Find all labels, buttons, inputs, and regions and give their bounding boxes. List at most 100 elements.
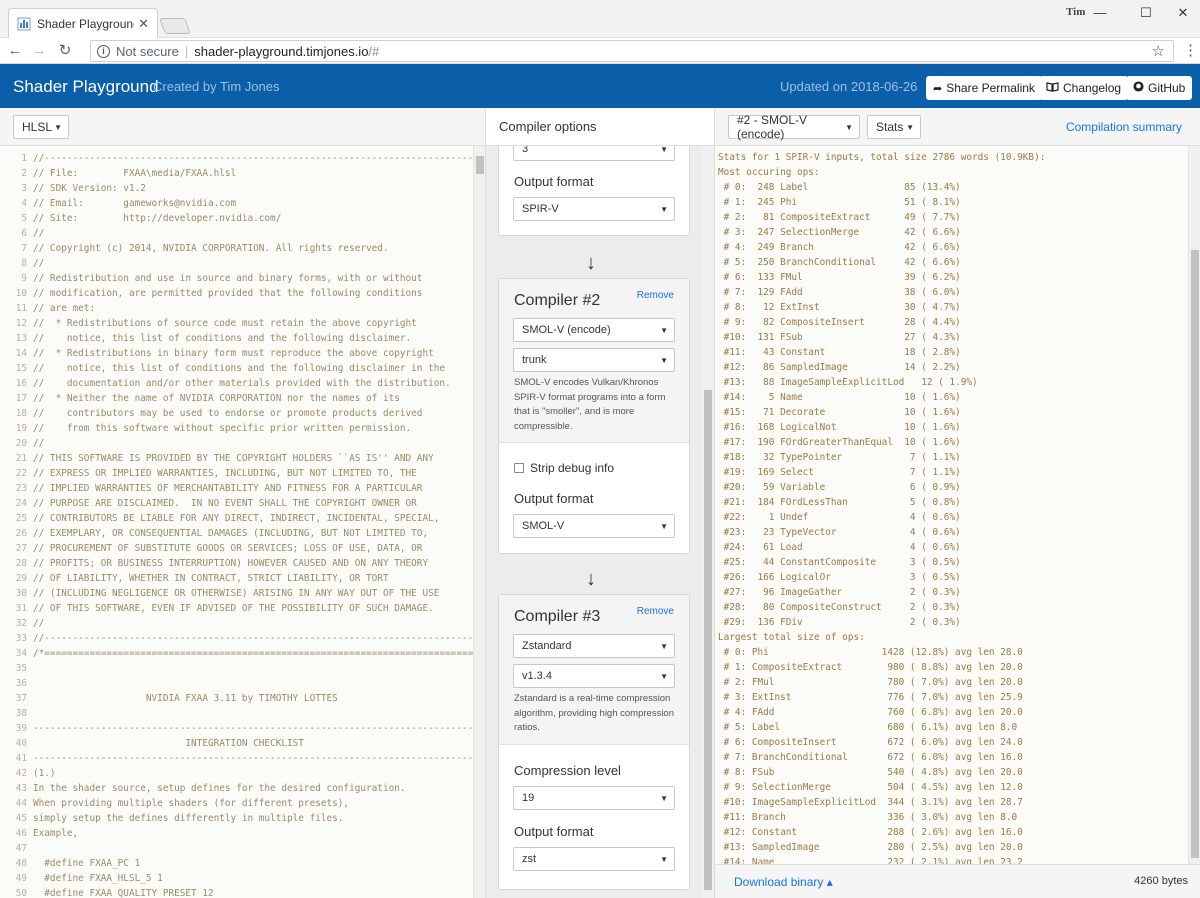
- browser-menu-icon[interactable]: ⋮: [1183, 42, 1198, 60]
- maximize-icon[interactable]: ☐: [1131, 4, 1161, 22]
- code-line[interactable]: // THIS SOFTWARE IS PROVIDED BY THE COPY…: [33, 451, 473, 466]
- code-line[interactable]: // PURPOSE ARE DISCLAIMED. IN NO EVENT S…: [33, 496, 473, 511]
- compiler-1-output-select[interactable]: SPIR-V ▼: [513, 197, 675, 221]
- code-line[interactable]: // Copyright (c) 2014, NVIDIA CORPORATIO…: [33, 241, 473, 256]
- back-icon[interactable]: ←: [6, 42, 24, 60]
- app-title[interactable]: Shader Playground: [13, 77, 159, 97]
- minimize-icon[interactable]: —: [1085, 4, 1115, 22]
- code-line[interactable]: // modification, are permitted provided …: [33, 286, 473, 301]
- code-content[interactable]: // --------------------------------------…: [33, 151, 473, 898]
- code-line[interactable]: [33, 676, 473, 691]
- forward-icon[interactable]: →: [30, 42, 48, 60]
- code-line[interactable]: [33, 706, 473, 721]
- code-line[interactable]: // CONTRIBUTORS BE LIABLE FOR ANY DIRECT…: [33, 511, 473, 526]
- compiler-2-version-select[interactable]: trunk ▼: [513, 348, 675, 372]
- code-line[interactable]: // Email: gameworks@nvidia.com: [33, 196, 473, 211]
- download-binary-link[interactable]: Download binary ▴: [734, 875, 833, 889]
- compiler-2-version-value: trunk: [522, 354, 547, 366]
- code-line[interactable]: INTEGRATION CHECKLIST: [33, 736, 473, 751]
- compiler-3-select[interactable]: Zstandard ▼: [513, 634, 675, 658]
- share-permalink-button[interactable]: ➦ Share Permalink: [926, 76, 1042, 100]
- editor-scroll-thumb[interactable]: [476, 156, 484, 174]
- reload-icon[interactable]: ↻: [56, 42, 74, 60]
- code-line[interactable]: // Site: http://developer.nvidia.com/: [33, 211, 473, 226]
- github-button[interactable]: GitHub: [1126, 76, 1193, 100]
- compiler-2-select[interactable]: SMOL-V (encode) ▼: [513, 318, 675, 342]
- line-number: 48: [15, 858, 27, 869]
- code-line[interactable]: //--------------------------------------…: [33, 151, 473, 166]
- code-line[interactable]: // EXEMPLARY, OR CONSEQUENTIAL DAMAGES (…: [33, 526, 473, 541]
- code-line[interactable]: // PROCUREMENT OF SUBSTITUTE GOODS OR SE…: [33, 541, 473, 556]
- pipeline-scroll-thumb[interactable]: [704, 390, 712, 890]
- code-line[interactable]: // SDK Version: v1.2: [33, 181, 473, 196]
- code-line[interactable]: // (INCLUDING NEGLIGENCE OR OTHERWISE) A…: [33, 586, 473, 601]
- view-select[interactable]: Stats ▼: [867, 115, 921, 139]
- code-line[interactable]: //: [33, 616, 473, 631]
- browser-tab[interactable]: Shader Playground ✕: [8, 8, 158, 38]
- line-number: 33: [15, 633, 27, 644]
- compiler-2-output-select[interactable]: SMOL-V ▼: [513, 514, 675, 538]
- output-stage-select[interactable]: #2 - SMOL-V (encode) ▼: [728, 113, 860, 141]
- pipeline-scrollbar[interactable]: [702, 146, 714, 898]
- code-line[interactable]: ----------------------------------------…: [33, 751, 473, 766]
- stats-line: # 6: 133 FMul 39 ( 6.2%): [718, 272, 961, 283]
- code-line[interactable]: // EXPRESS OR IMPLIED WARRANTIES, INCLUD…: [33, 466, 473, 481]
- code-line[interactable]: #define FXAA_QUALITY_PRESET 12: [33, 886, 473, 898]
- compiler-3-version-select[interactable]: v1.3.4 ▼: [513, 664, 675, 688]
- code-line[interactable]: // documentation and/or other materials …: [33, 376, 473, 391]
- code-editor[interactable]: 1 2 3 4 5 6 7 8 9 10 11 12 13 14 15 16 17 18 19 20 21 22 23 24 2…: [0, 146, 485, 898]
- stats-line: #15: 71 Decorate 10 ( 1.6%): [718, 407, 961, 418]
- code-line[interactable]: // IMPLIED WARRANTIES OF MERCHANTABILITY…: [33, 481, 473, 496]
- address-bar[interactable]: i Not secure | shader-playground.timjone…: [90, 40, 1174, 62]
- compression-level-select[interactable]: 19 ▼: [513, 786, 675, 810]
- stats-scrollbar[interactable]: [1188, 146, 1200, 864]
- compiler-2-remove-link[interactable]: Remove: [637, 290, 674, 301]
- code-line[interactable]: //: [33, 226, 473, 241]
- window-close-icon[interactable]: ✕: [1168, 4, 1198, 22]
- code-line[interactable]: ----------------------------------------…: [33, 721, 473, 736]
- compilation-summary-link[interactable]: Compilation summary: [1066, 120, 1182, 134]
- code-line[interactable]: //: [33, 436, 473, 451]
- new-tab-button[interactable]: [159, 18, 191, 34]
- code-line[interactable]: // * Redistributions of source code must…: [33, 316, 473, 331]
- code-line[interactable]: [33, 841, 473, 856]
- code-line[interactable]: // from this software without specific p…: [33, 421, 473, 436]
- browser-user-badge[interactable]: Tim: [1066, 6, 1085, 18]
- code-line[interactable]: /*======================================…: [33, 646, 473, 661]
- bookmark-star-icon[interactable]: ☆: [1152, 42, 1165, 60]
- code-line[interactable]: #define FXAA_HLSL_5 1: [33, 871, 473, 886]
- compiler-1-option-select[interactable]: 3 ▼: [513, 146, 675, 161]
- language-select[interactable]: HLSL ▼: [13, 115, 69, 139]
- code-line[interactable]: // Redistribution and use in source and …: [33, 271, 473, 286]
- code-line[interactable]: // * Neither the name of NVIDIA CORPORAT…: [33, 391, 473, 406]
- code-line[interactable]: // OF THIS SOFTWARE, EVEN IF ADVISED OF …: [33, 601, 473, 616]
- code-line[interactable]: // are met:: [33, 301, 473, 316]
- code-line[interactable]: In the shader source, setup defines for …: [33, 781, 473, 796]
- code-line[interactable]: simply setup the defines differently in …: [33, 811, 473, 826]
- info-icon[interactable]: i: [97, 44, 110, 58]
- code-line[interactable]: // PROFITS; OR BUSINESS INTERRUPTION) HO…: [33, 556, 473, 571]
- code-line[interactable]: //: [33, 256, 473, 271]
- code-line[interactable]: // notice, this list of conditions and t…: [33, 331, 473, 346]
- tab-close-icon[interactable]: ✕: [138, 16, 149, 32]
- code-line[interactable]: // OF LIABILITY, WHETHER IN CONTRACT, ST…: [33, 571, 473, 586]
- code-line[interactable]: //--------------------------------------…: [33, 631, 473, 646]
- code-line[interactable]: // notice, this list of conditions and t…: [33, 361, 473, 376]
- code-line[interactable]: (1.): [33, 766, 473, 781]
- code-line[interactable]: #define FXAA_PC 1: [33, 856, 473, 871]
- code-line[interactable]: [33, 661, 473, 676]
- compiler-3-output-select[interactable]: zst ▼: [513, 847, 675, 871]
- strip-debug-checkbox[interactable]: [514, 463, 524, 473]
- editor-scrollbar[interactable]: [473, 146, 485, 898]
- strip-debug-label[interactable]: Strip debug info: [530, 461, 614, 475]
- code-line[interactable]: // * Redistributions in binary form must…: [33, 346, 473, 361]
- code-line[interactable]: Example,: [33, 826, 473, 841]
- code-line[interactable]: // File: FXAA\media/FXAA.hlsl: [33, 166, 473, 181]
- code-line[interactable]: // contributors may be used to endorse o…: [33, 406, 473, 421]
- compiler-3-remove-link[interactable]: Remove: [637, 606, 674, 617]
- stats-scroll-thumb[interactable]: [1191, 250, 1199, 858]
- code-line[interactable]: NVIDIA FXAA 3.11 by TIMOTHY LOTTES: [33, 691, 473, 706]
- stats-output[interactable]: Stats for 1 SPIR-V inputs, total size 27…: [715, 146, 1200, 864]
- code-line[interactable]: When providing multiple shaders (for dif…: [33, 796, 473, 811]
- changelog-button[interactable]: Changelog: [1039, 76, 1129, 100]
